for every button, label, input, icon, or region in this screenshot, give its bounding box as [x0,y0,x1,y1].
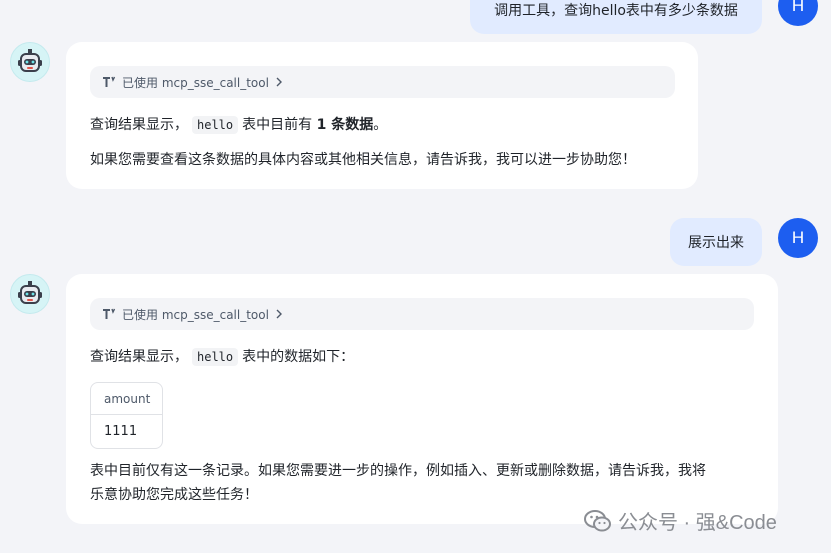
bot-reply-line: 查询结果显示， hello 表中的数据如下： [90,345,754,369]
bot-avatar [10,42,50,82]
watermark: 公众号 · 强&Code [584,506,777,535]
wechat-icon [584,509,612,533]
robot-icon [18,49,42,72]
chevron-right-icon [275,309,283,319]
bot-message-card: 已使用 mcp_sse_call_tool 查询结果显示， hello 表中目前有 … [66,42,698,189]
reply-bold-text: 1 条数据 [316,117,374,133]
bot-avatar [10,274,50,314]
robot-icon [18,281,42,304]
user-message-text: 调用工具，查询hello表中有多少条数据 [494,3,738,19]
reply-text: 。 [373,117,388,133]
user-message-text: 展示出来 [688,235,744,251]
bot-message-card: 已使用 mcp_sse_call_tool 查询结果显示， hello 表中的数据如… [66,274,778,524]
reply-text: 表中目前仅有这一条记录。如果您需要进一步的操作，例如插入、更新或删除数据，请告诉… [90,463,706,479]
reply-text: 查询结果显示， [90,349,188,365]
reply-text: 表中目前有 [242,117,317,133]
tool-icon [102,308,116,320]
bot-reply-closing: 表中目前仅有这一条记录。如果您需要进一步的操作，例如插入、更新或删除数据，请告诉… [90,459,754,507]
table-cell: 1111 [104,424,138,439]
user-avatar: H [778,218,818,258]
user-message-bubble: 展示出来 [670,218,762,266]
reply-text: 查询结果显示， [90,117,188,133]
reply-text: 表中的数据如下： [242,349,355,365]
avatar-letter: H [791,0,805,15]
inline-code: hello [192,116,239,134]
reply-text: 如果您需要查看这条数据的具体内容或其他相关信息，请告诉我，我可以进一步协助您！ [90,152,636,168]
table-header-cell: amount [91,383,162,415]
bot-reply-line: 查询结果显示， hello 表中目前有 1 条数据。 [90,113,674,137]
reply-text: 乐意协助您完成这些任务！ [90,487,258,503]
bot-reply-followup: 如果您需要查看这条数据的具体内容或其他相关信息，请告诉我，我可以进一步协助您！ [90,148,674,172]
user-message-bubble: 调用工具，查询hello表中有多少条数据 [470,0,762,34]
tool-usage-chip[interactable]: 已使用 mcp_sse_call_tool [90,66,675,98]
tool-usage-label: 已使用 mcp_sse_call_tool [122,307,269,322]
tool-icon [102,76,116,88]
watermark-text: 公众号 · 强&Code [618,512,777,534]
chevron-right-icon [275,77,283,87]
avatar-letter: H [791,228,805,247]
tool-usage-chip[interactable]: 已使用 mcp_sse_call_tool [90,298,754,330]
user-avatar: H [778,0,818,26]
tool-usage-label: 已使用 mcp_sse_call_tool [122,75,269,90]
inline-code: hello [192,348,239,366]
result-table: amount 1111 [90,382,163,449]
